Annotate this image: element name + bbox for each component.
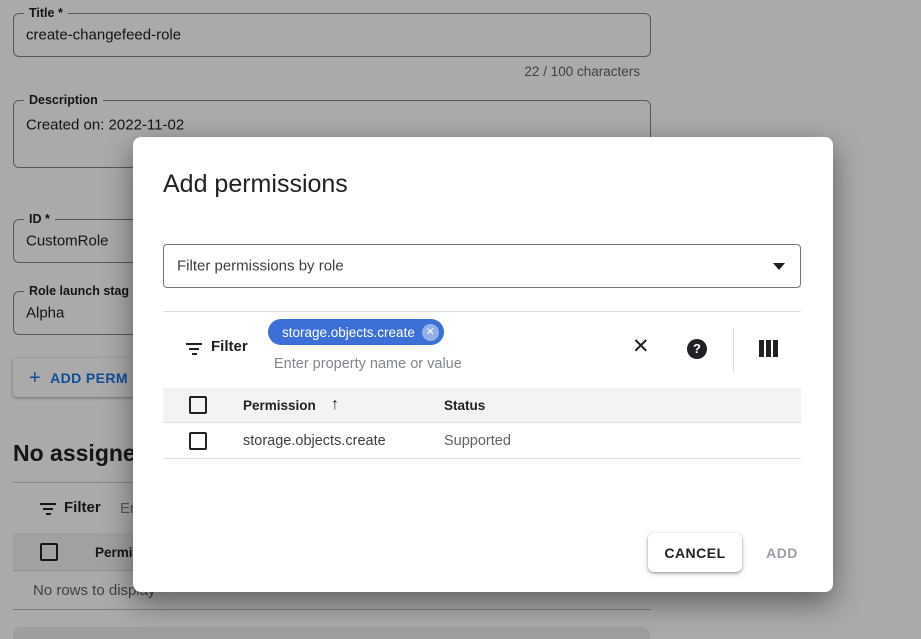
permissions-table: Permission ↑ Status storage.objects.crea…	[163, 388, 801, 459]
status-cell: Supported	[444, 433, 511, 449]
column-display-options-icon[interactable]	[759, 340, 778, 357]
select-all-checkbox[interactable]	[189, 396, 207, 414]
filter-icon	[186, 343, 202, 358]
caret-down-icon	[773, 263, 785, 270]
toolbar-divider	[733, 328, 734, 373]
role-select-placeholder: Filter permissions by role	[177, 258, 344, 275]
filter-chip[interactable]: storage.objects.create ✕	[268, 319, 444, 345]
clear-filters-icon[interactable]: ✕	[632, 334, 650, 359]
permission-cell: storage.objects.create	[243, 433, 386, 449]
row-checkbox[interactable]	[189, 432, 207, 450]
cancel-button[interactable]: CANCEL	[648, 533, 742, 572]
table-row[interactable]: storage.objects.create Supported	[163, 423, 801, 459]
permission-column-header[interactable]: Permission	[243, 398, 316, 413]
screen: Title * create-changefeed-role 22 / 100 …	[0, 0, 921, 639]
permissions-table-header: Permission ↑ Status	[163, 388, 801, 423]
dialog-title: Add permissions	[163, 170, 348, 199]
filter-chip-label: storage.objects.create	[282, 325, 415, 340]
status-column-header[interactable]: Status	[444, 398, 485, 413]
filter-input[interactable]: Enter property name or value	[274, 356, 462, 372]
filter-label: Filter	[211, 338, 248, 355]
help-icon[interactable]: ?	[687, 339, 707, 359]
add-permissions-dialog: Add permissions Filter permissions by ro…	[133, 137, 833, 592]
filter-permissions-by-role-select[interactable]: Filter permissions by role	[163, 244, 801, 288]
add-button-label: ADD	[766, 545, 798, 561]
cancel-button-label: CANCEL	[664, 545, 725, 561]
sort-ascending-icon[interactable]: ↑	[331, 396, 339, 414]
chip-remove-icon[interactable]: ✕	[422, 324, 439, 341]
add-button[interactable]: ADD	[752, 533, 812, 572]
permissions-filter-toolbar: Filter storage.objects.create ✕ Enter pr…	[163, 311, 801, 388]
